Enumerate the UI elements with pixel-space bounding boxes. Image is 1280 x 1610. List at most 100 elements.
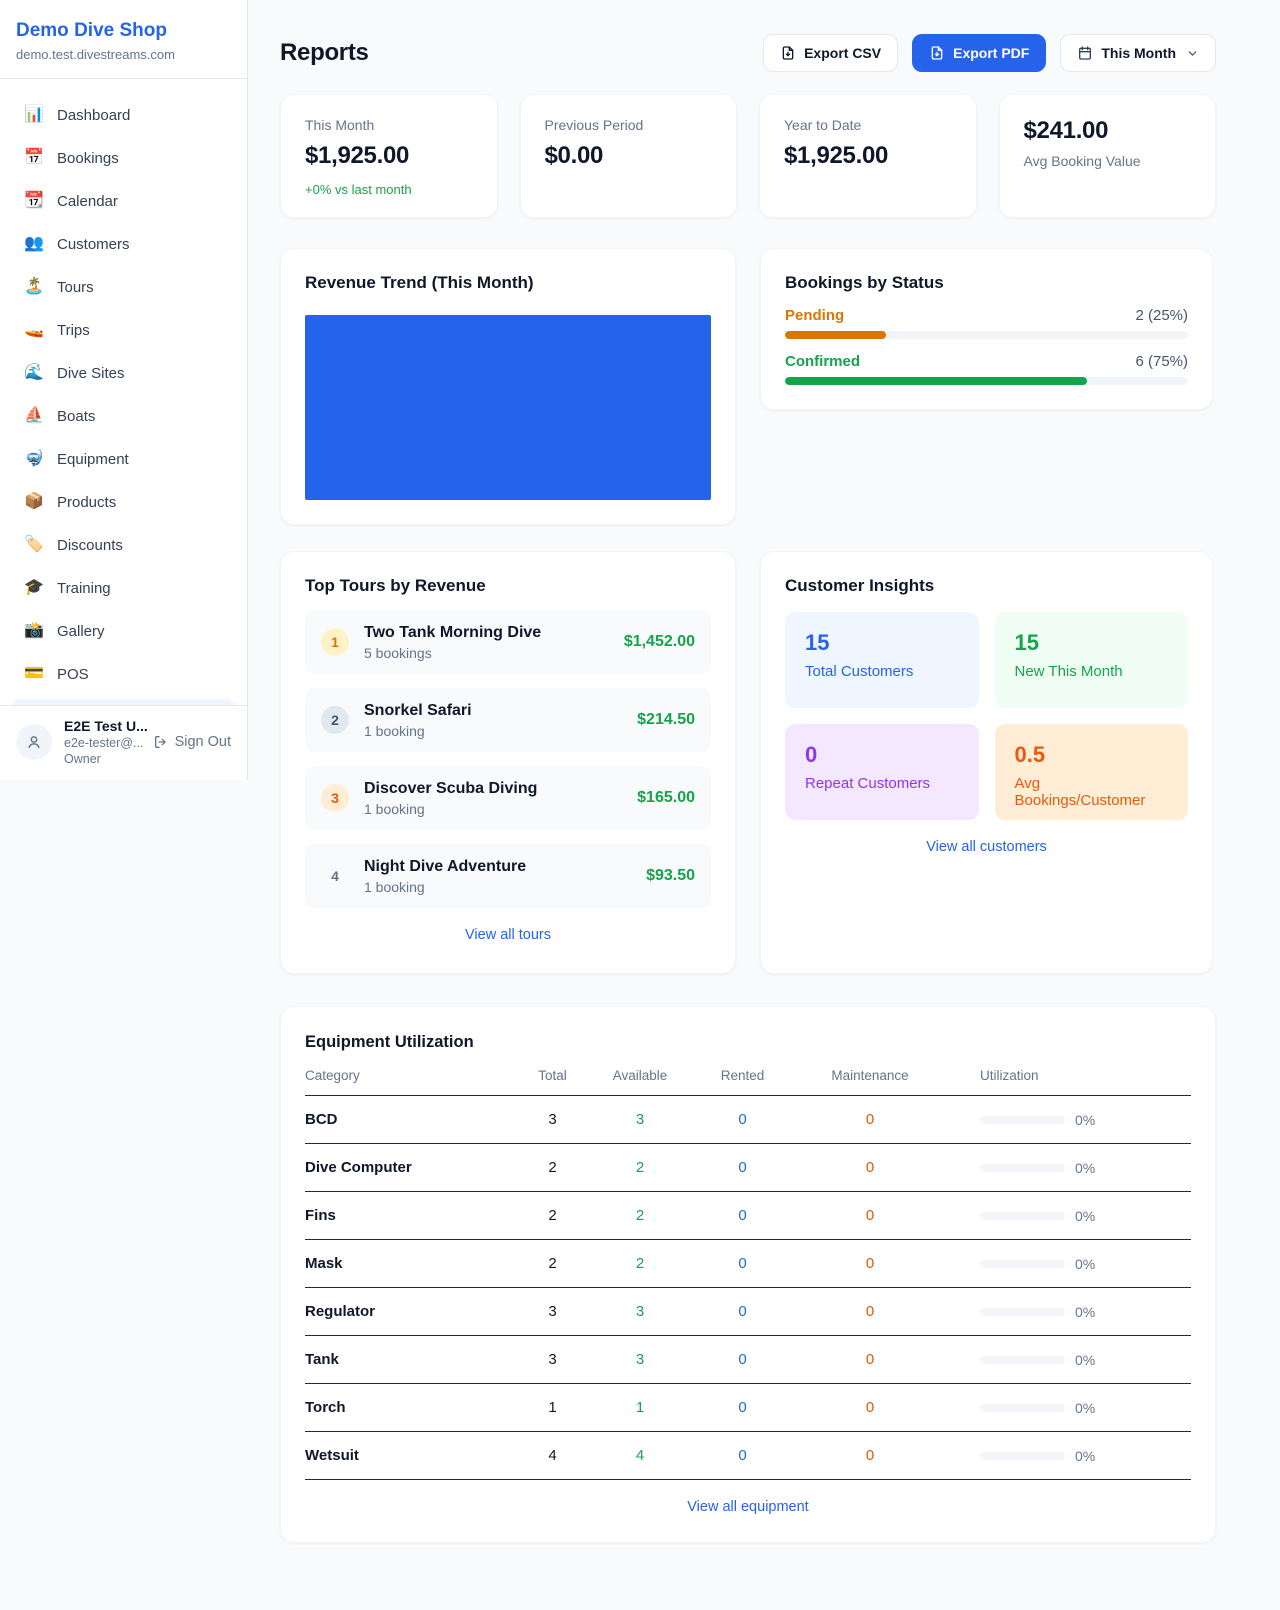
tag-icon: 🏷️ [24, 537, 44, 553]
sign-out-label: Sign Out [175, 734, 231, 750]
tile-label: New This Month [1015, 663, 1169, 680]
sign-out-icon [153, 734, 169, 750]
tour-main: Night Dive Adventure 1 booking [364, 858, 646, 895]
insight-tiles: 15 Total Customers 15 New This Month 0 R… [785, 612, 1188, 820]
utilization-percent: 0% [1075, 1256, 1095, 1272]
view-all-customers-link[interactable]: View all customers [926, 839, 1047, 855]
utilization-bar-track [980, 1404, 1065, 1412]
view-all-equipment-link[interactable]: View all equipment [687, 1499, 808, 1515]
stat-value: $241.00 [1024, 117, 1192, 145]
utilization-bar-track [980, 1116, 1065, 1124]
sidebar-item-boats[interactable]: ⛵ Boats [12, 398, 235, 434]
view-all-tours-link[interactable]: View all tours [465, 927, 551, 943]
utilization-bar-track [980, 1212, 1065, 1220]
bookings-by-status-card: Bookings by Status Pending 2 (25%) Confi… [760, 248, 1213, 410]
sidebar-item-equipment[interactable]: 🤿 Equipment [12, 441, 235, 477]
cell-available: 3 [585, 1351, 695, 1368]
tour-revenue: $1,452.00 [624, 633, 695, 651]
cell-maintenance: 0 [790, 1303, 950, 1320]
page-header: Reports Export CSV Export PDF This Month [280, 34, 1216, 72]
sidebar-item-dive-sites[interactable]: 🌊 Dive Sites [12, 355, 235, 391]
status-row-pending: Pending 2 (25%) [785, 307, 1188, 324]
file-download-icon [780, 45, 796, 61]
user-info: E2E Test U... e2e-tester@... Owner [64, 718, 141, 766]
cell-utilization: 0% [950, 1352, 1191, 1368]
sidebar-item-pos[interactable]: 💳 POS [12, 656, 235, 692]
person-icon [24, 732, 44, 752]
top-tours-card: Top Tours by Revenue 1 Two Tank Morning … [280, 551, 736, 974]
utilization-percent: 0% [1075, 1352, 1095, 1368]
table-row-bcd: BCD 3 3 0 0 0% [305, 1096, 1191, 1144]
tour-row: 2 Snorkel Safari 1 booking $214.50 [305, 688, 711, 752]
user-role: Owner [64, 752, 141, 766]
utilization-percent: 0% [1075, 1208, 1095, 1224]
sidebar-item-trips[interactable]: 🚤 Trips [12, 312, 235, 348]
rank-badge: 3 [321, 784, 349, 812]
cell-utilization: 0% [950, 1208, 1191, 1224]
sidebar-item-discounts[interactable]: 🏷️ Discounts [12, 527, 235, 563]
sidebar-item-label: Equipment [57, 451, 129, 468]
utilization-bar-track [980, 1452, 1065, 1460]
cell-total: 3 [520, 1111, 585, 1128]
sidebar-item-dashboard[interactable]: 📊 Dashboard [12, 97, 235, 133]
cell-rented: 0 [695, 1255, 790, 1272]
camera-icon: 📸 [24, 623, 44, 639]
status-bar-track [785, 377, 1188, 385]
brand: Demo Dive Shop demo.test.divestreams.com [0, 0, 247, 79]
view-all-equipment-wrap: View all equipment [305, 1498, 1191, 1516]
graduation-cap-icon: 🎓 [24, 580, 44, 596]
tour-row: 3 Discover Scuba Diving 1 booking $165.0… [305, 766, 711, 830]
calendar-icon: 📆 [24, 193, 44, 209]
tour-name: Two Tank Morning Dive [364, 624, 624, 642]
customer-insights-card: Customer Insights 15 Total Customers 15 … [760, 551, 1213, 974]
stat-label: Previous Period [545, 117, 713, 133]
sidebar-item-products[interactable]: 📦 Products [12, 484, 235, 520]
utilization-percent: 0% [1075, 1448, 1095, 1464]
top-tours-title: Top Tours by Revenue [305, 576, 711, 596]
stat-card-this-month: This Month $1,925.00 +0% vs last month [280, 94, 498, 218]
cell-available: 1 [585, 1399, 695, 1416]
stat-label: This Month [305, 117, 473, 133]
sidebar: Demo Dive Shop demo.test.divestreams.com… [0, 0, 248, 780]
user-panel: E2E Test U... e2e-tester@... Owner Sign … [0, 705, 247, 780]
stat-delta: +0% vs last month [305, 182, 473, 197]
equipment-table-header: Category Total Available Rented Maintena… [305, 1052, 1191, 1096]
cell-total: 4 [520, 1447, 585, 1464]
calendar-icon [1077, 45, 1093, 61]
tour-main: Two Tank Morning Dive 5 bookings [364, 624, 624, 661]
sidebar-item-tours[interactable]: 🏝️ Tours [12, 269, 235, 305]
row-revenue-status: Revenue Trend (This Month) Bookings by S… [280, 248, 1216, 525]
status-value-pending: 2 (25%) [1135, 307, 1188, 324]
cell-available: 2 [585, 1255, 695, 1272]
tour-name: Night Dive Adventure [364, 858, 646, 876]
stat-card-previous-period: Previous Period $0.00 [520, 94, 738, 218]
period-dropdown[interactable]: This Month [1060, 34, 1216, 72]
sign-out-button[interactable]: Sign Out [153, 734, 231, 750]
tour-bookings: 1 booking [364, 723, 637, 739]
revenue-trend-title: Revenue Trend (This Month) [305, 273, 711, 293]
cell-total: 2 [520, 1207, 585, 1224]
sidebar-item-bookings[interactable]: 📅 Bookings [12, 140, 235, 176]
col-available: Available [585, 1068, 695, 1083]
tour-revenue: $93.50 [646, 867, 695, 885]
tile-label: Repeat Customers [805, 775, 959, 792]
stat-value: $0.00 [545, 142, 713, 170]
cell-maintenance: 0 [790, 1255, 950, 1272]
export-pdf-button[interactable]: Export PDF [912, 34, 1046, 72]
stats-row: This Month $1,925.00 +0% vs last month P… [280, 94, 1216, 218]
status-value-confirmed: 6 (75%) [1135, 353, 1188, 370]
sidebar-item-gallery[interactable]: 📸 Gallery [12, 613, 235, 649]
package-icon: 📦 [24, 494, 44, 510]
cell-total: 2 [520, 1255, 585, 1272]
period-label: This Month [1101, 45, 1176, 61]
sidebar-item-customers[interactable]: 👥 Customers [12, 226, 235, 262]
shop-name: Demo Dive Shop [16, 20, 231, 42]
col-utilization: Utilization [950, 1068, 1191, 1083]
export-csv-button[interactable]: Export CSV [763, 34, 898, 72]
sidebar-item-label: Products [57, 494, 116, 511]
sidebar-item-label: Tours [57, 279, 94, 296]
customers-icon: 👥 [24, 236, 44, 252]
sidebar-item-training[interactable]: 🎓 Training [12, 570, 235, 606]
sidebar-item-calendar[interactable]: 📆 Calendar [12, 183, 235, 219]
shop-subdomain: demo.test.divestreams.com [16, 47, 231, 62]
